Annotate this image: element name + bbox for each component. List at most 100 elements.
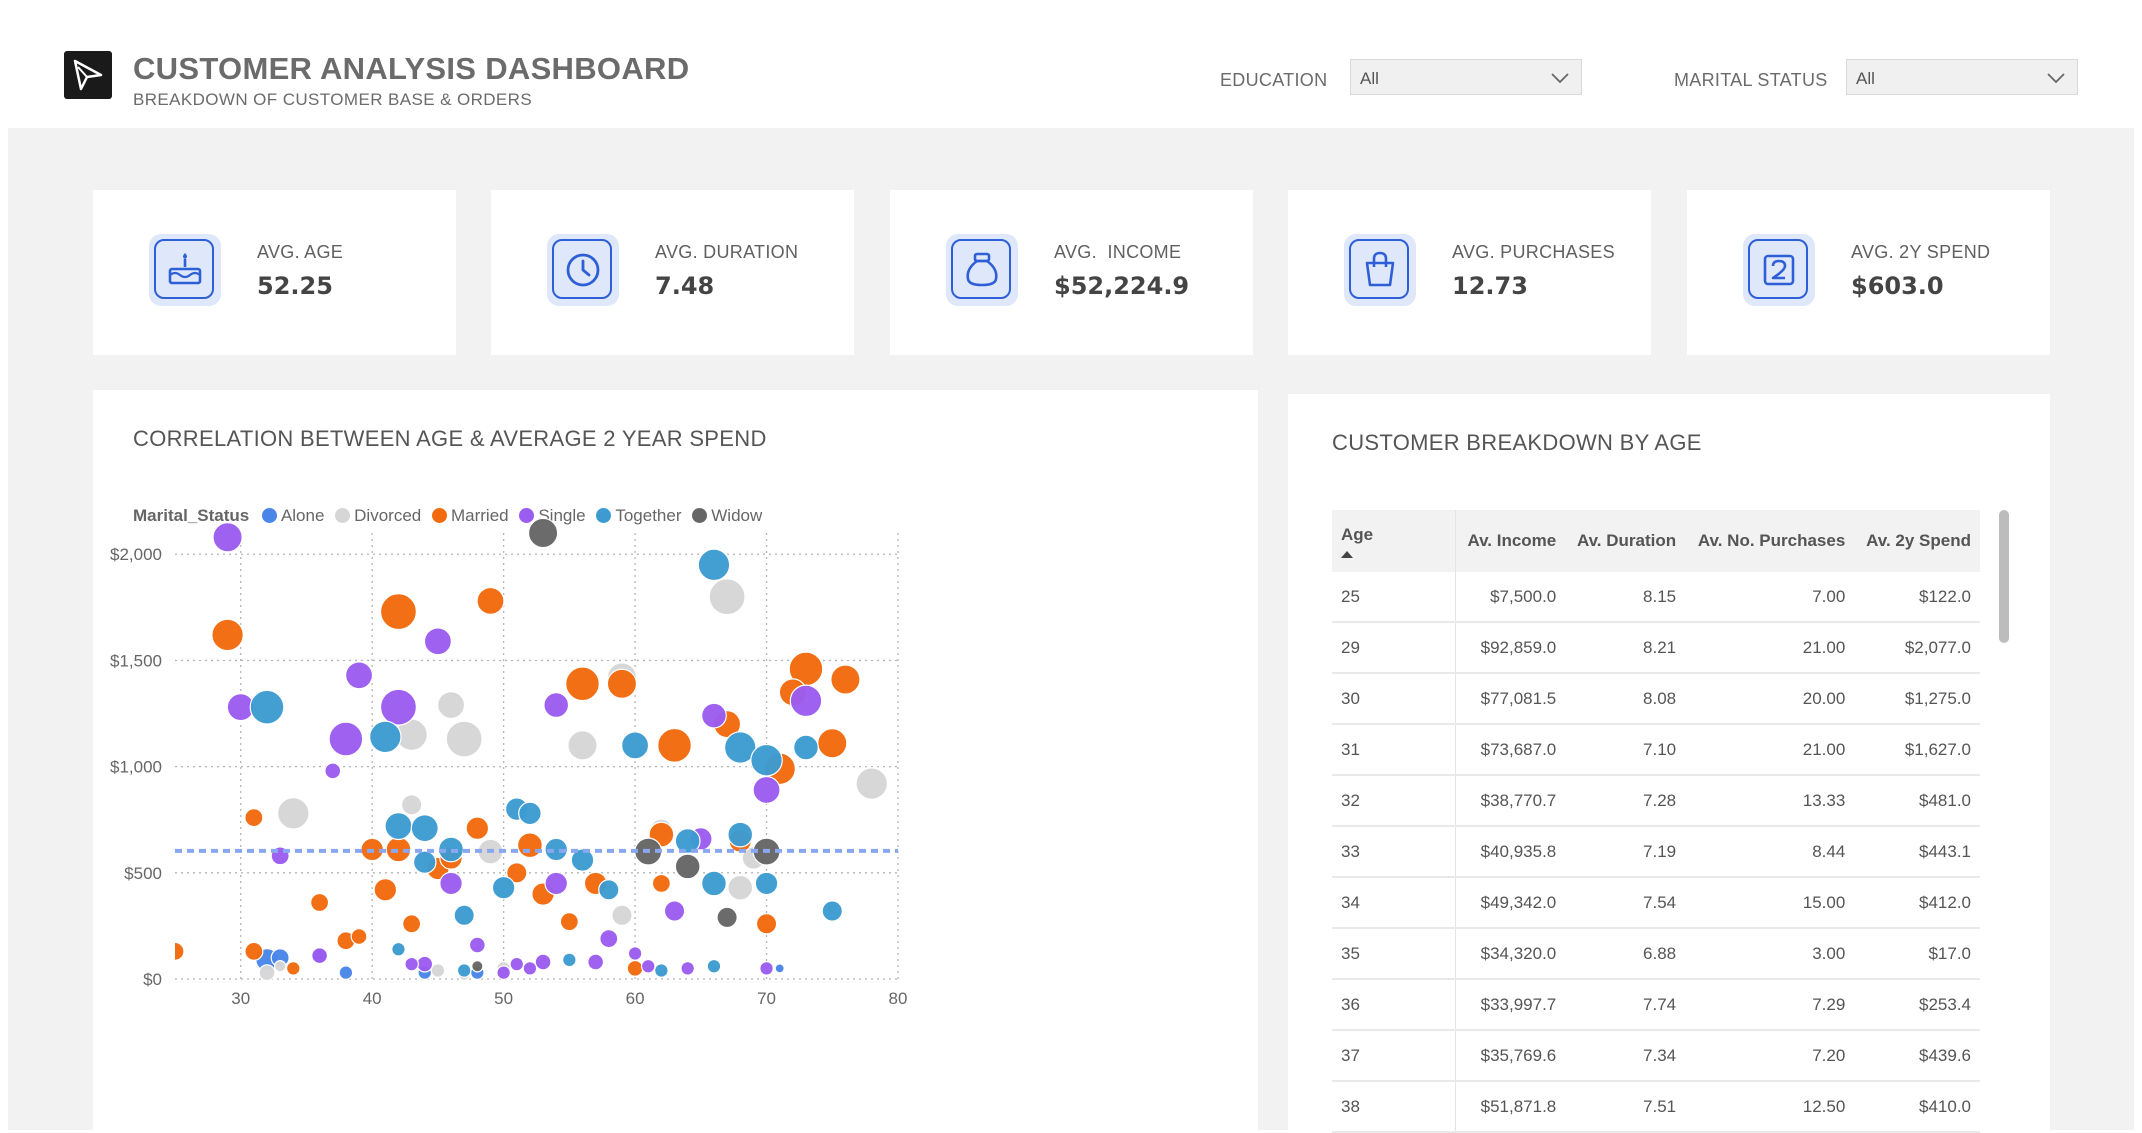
data-point-together[interactable] — [369, 720, 402, 754]
table-row[interactable]: 30 $77,081.5 8.08 20.00 $1,275.0 — [1332, 673, 1980, 725]
data-point-together[interactable] — [727, 821, 754, 848]
data-point-together[interactable] — [654, 963, 669, 978]
data-point-together[interactable] — [410, 814, 439, 843]
data-point-single[interactable] — [496, 965, 511, 980]
data-point-divorced[interactable] — [611, 904, 633, 926]
data-point-together[interactable] — [598, 879, 620, 901]
data-point-single[interactable] — [439, 871, 463, 896]
data-point-alone[interactable] — [338, 965, 354, 980]
data-point-single[interactable] — [404, 956, 419, 972]
data-point-single[interactable] — [212, 522, 243, 553]
data-point-together[interactable] — [384, 812, 413, 841]
data-point-single[interactable] — [328, 721, 364, 757]
data-point-married[interactable] — [166, 941, 185, 961]
data-point-together[interactable] — [456, 963, 472, 978]
table-row[interactable]: 38 $51,871.8 7.51 12.50 $410.0 — [1332, 1081, 1980, 1133]
data-point-together[interactable] — [518, 801, 542, 826]
data-point-married[interactable] — [211, 618, 244, 652]
data-point-together[interactable] — [697, 548, 731, 582]
data-point-divorced[interactable] — [445, 720, 483, 758]
table-row[interactable]: 29 $92,859.0 8.21 21.00 $2,077.0 — [1332, 622, 1980, 674]
data-point-married[interactable] — [606, 668, 638, 699]
table-row[interactable]: 35 $34,320.0 6.88 3.00 $17.0 — [1332, 928, 1980, 980]
column-header-income[interactable]: Av. Income — [1455, 510, 1566, 572]
data-point-divorced[interactable] — [258, 964, 276, 982]
data-point-together[interactable] — [750, 743, 783, 777]
data-point-together[interactable] — [249, 689, 285, 725]
data-point-married[interactable] — [565, 666, 600, 702]
data-point-single[interactable] — [752, 775, 781, 805]
data-point-married[interactable] — [350, 928, 368, 945]
table-row[interactable]: 25 $7,500.0 8.15 7.00 $122.0 — [1332, 572, 1980, 623]
data-point-single[interactable] — [416, 955, 434, 973]
data-point-single[interactable] — [522, 961, 538, 976]
data-point-divorced[interactable] — [437, 690, 466, 720]
data-point-married[interactable] — [559, 912, 579, 932]
data-point-single[interactable] — [759, 961, 774, 976]
data-point-married[interactable] — [517, 832, 543, 859]
data-point-single[interactable] — [311, 947, 329, 965]
data-point-divorced[interactable] — [273, 960, 287, 973]
education-filter-dropdown[interactable]: All — [1350, 59, 1582, 95]
data-point-married[interactable] — [373, 877, 398, 902]
data-point-married[interactable] — [402, 914, 422, 934]
table-scrollbar[interactable] — [1999, 510, 2009, 643]
data-point-single[interactable] — [663, 900, 686, 922]
column-header-purchases[interactable]: Av. No. Purchases — [1685, 510, 1855, 572]
data-point-together[interactable] — [391, 941, 406, 957]
data-point-together[interactable] — [706, 958, 722, 974]
marital-status-filter-dropdown[interactable]: All — [1846, 59, 2078, 95]
data-point-widow[interactable] — [716, 906, 738, 929]
data-point-single[interactable] — [324, 762, 342, 780]
data-point-single[interactable] — [701, 702, 727, 729]
data-point-together[interactable] — [621, 731, 650, 760]
data-point-single[interactable] — [534, 953, 552, 971]
data-point-married[interactable] — [817, 728, 848, 759]
scatter-plot[interactable]: 30 40 50 60 70 80 $0 $500 $1,000 $1,500 $2,000 — [93, 390, 1258, 1130]
table-row[interactable]: 36 $33,997.7 7.74 7.29 $253.4 — [1332, 979, 1980, 1031]
column-header-age[interactable]: Age — [1332, 510, 1456, 572]
data-point-divorced[interactable] — [708, 578, 746, 616]
data-point-single[interactable] — [379, 688, 417, 726]
column-header-spend[interactable]: Av. 2y Spend — [1854, 510, 1980, 572]
data-point-married[interactable] — [310, 892, 330, 913]
data-point-single[interactable] — [789, 684, 823, 718]
data-point-married[interactable] — [755, 913, 778, 935]
data-point-single[interactable] — [543, 692, 570, 718]
data-point-single[interactable] — [544, 871, 569, 896]
data-point-together[interactable] — [793, 734, 819, 761]
data-point-together[interactable] — [491, 875, 516, 900]
data-point-married[interactable] — [626, 959, 644, 977]
data-point-widow[interactable] — [674, 853, 701, 880]
data-point-married[interactable] — [465, 816, 490, 841]
data-point-divorced[interactable] — [855, 767, 888, 800]
data-point-married[interactable] — [830, 664, 861, 695]
data-point-married[interactable] — [657, 727, 692, 763]
data-point-married[interactable] — [476, 586, 505, 616]
data-point-widow[interactable] — [471, 960, 484, 973]
table-row[interactable]: 34 $49,342.0 7.54 15.00 $412.0 — [1332, 877, 1980, 929]
data-point-married[interactable] — [244, 808, 264, 828]
data-point-single[interactable] — [680, 961, 695, 976]
data-point-divorced[interactable] — [430, 963, 446, 978]
data-point-divorced[interactable] — [727, 874, 754, 901]
data-point-divorced[interactable] — [400, 794, 423, 816]
table-row[interactable]: 33 $40,935.8 7.19 8.44 $443.1 — [1332, 826, 1980, 878]
data-point-married[interactable] — [244, 941, 264, 961]
data-point-married[interactable] — [285, 961, 301, 976]
column-header-duration[interactable]: Av. Duration — [1565, 510, 1686, 572]
data-point-divorced[interactable] — [567, 730, 598, 761]
table-row[interactable]: 32 $38,770.7 7.28 13.33 $481.0 — [1332, 775, 1980, 827]
data-point-together[interactable] — [701, 870, 727, 897]
data-point-together[interactable] — [562, 952, 577, 968]
data-point-single[interactable] — [423, 627, 452, 656]
data-point-married[interactable] — [651, 873, 671, 893]
data-point-single[interactable] — [627, 946, 643, 961]
data-point-together[interactable] — [453, 904, 475, 926]
data-point-alone[interactable] — [774, 963, 785, 974]
data-point-single[interactable] — [587, 953, 605, 971]
data-point-single[interactable] — [344, 661, 374, 690]
table-row[interactable]: 37 $35,769.6 7.34 7.20 $439.6 — [1332, 1030, 1980, 1082]
data-point-together[interactable] — [412, 850, 437, 874]
data-point-single[interactable] — [640, 958, 656, 974]
